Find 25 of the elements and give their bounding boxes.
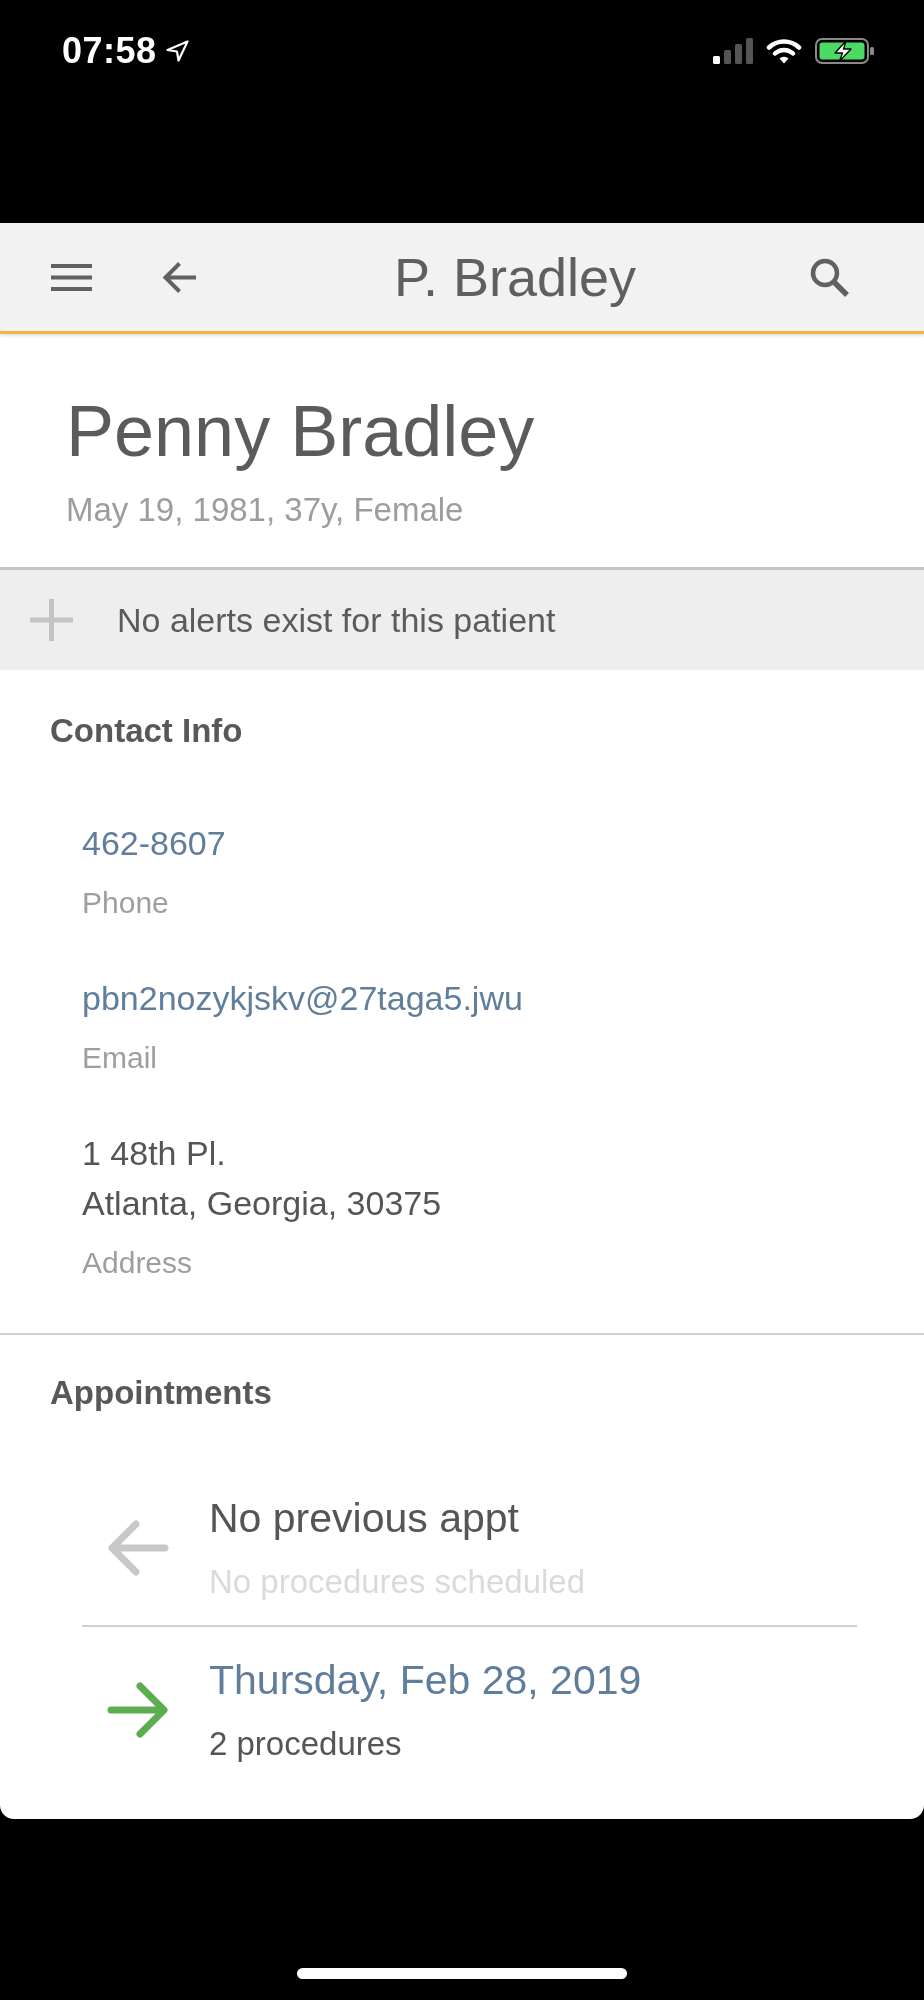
contact-link[interactable]: pbn2nozykjskv@27taga5.jwu [82,973,523,1023]
field-label: Address [82,1245,193,1281]
battery-charging-icon [815,38,875,64]
contact-link[interactable]: 462-8607 [82,818,226,868]
field-label: Phone [82,885,169,921]
app-bar-title: P. Bradley [393,246,637,308]
contact-value: 1 48th Pl. [82,1133,226,1174]
clock-time: 07:58 [62,31,157,71]
appointment-title: No previous appt [209,1494,519,1543]
field-label: Email [82,1040,157,1076]
right-arrow-icon[interactable] [107,1680,169,1739]
left-arrow-icon[interactable] [161,259,196,295]
patient-details: May 19, 1981, 37y, Female [66,490,464,530]
section-heading: Appointments [50,1373,272,1413]
search-icon[interactable] [810,257,849,297]
appointment-title[interactable]: Thursday, Feb 28, 2019 [209,1655,642,1705]
contact-value: Atlanta, Georgia, 30375 [82,1183,442,1224]
patient-name: Penny Bradley [66,391,535,471]
menu-icon[interactable] [51,263,92,291]
alert-message: No alerts exist for this patient [117,600,556,640]
wifi-icon [766,38,802,64]
signal-icon [713,38,753,64]
section-heading: Contact Info [50,711,243,751]
location-arrow-icon [165,40,189,62]
appointment-subtitle: 2 procedures [209,1724,402,1764]
